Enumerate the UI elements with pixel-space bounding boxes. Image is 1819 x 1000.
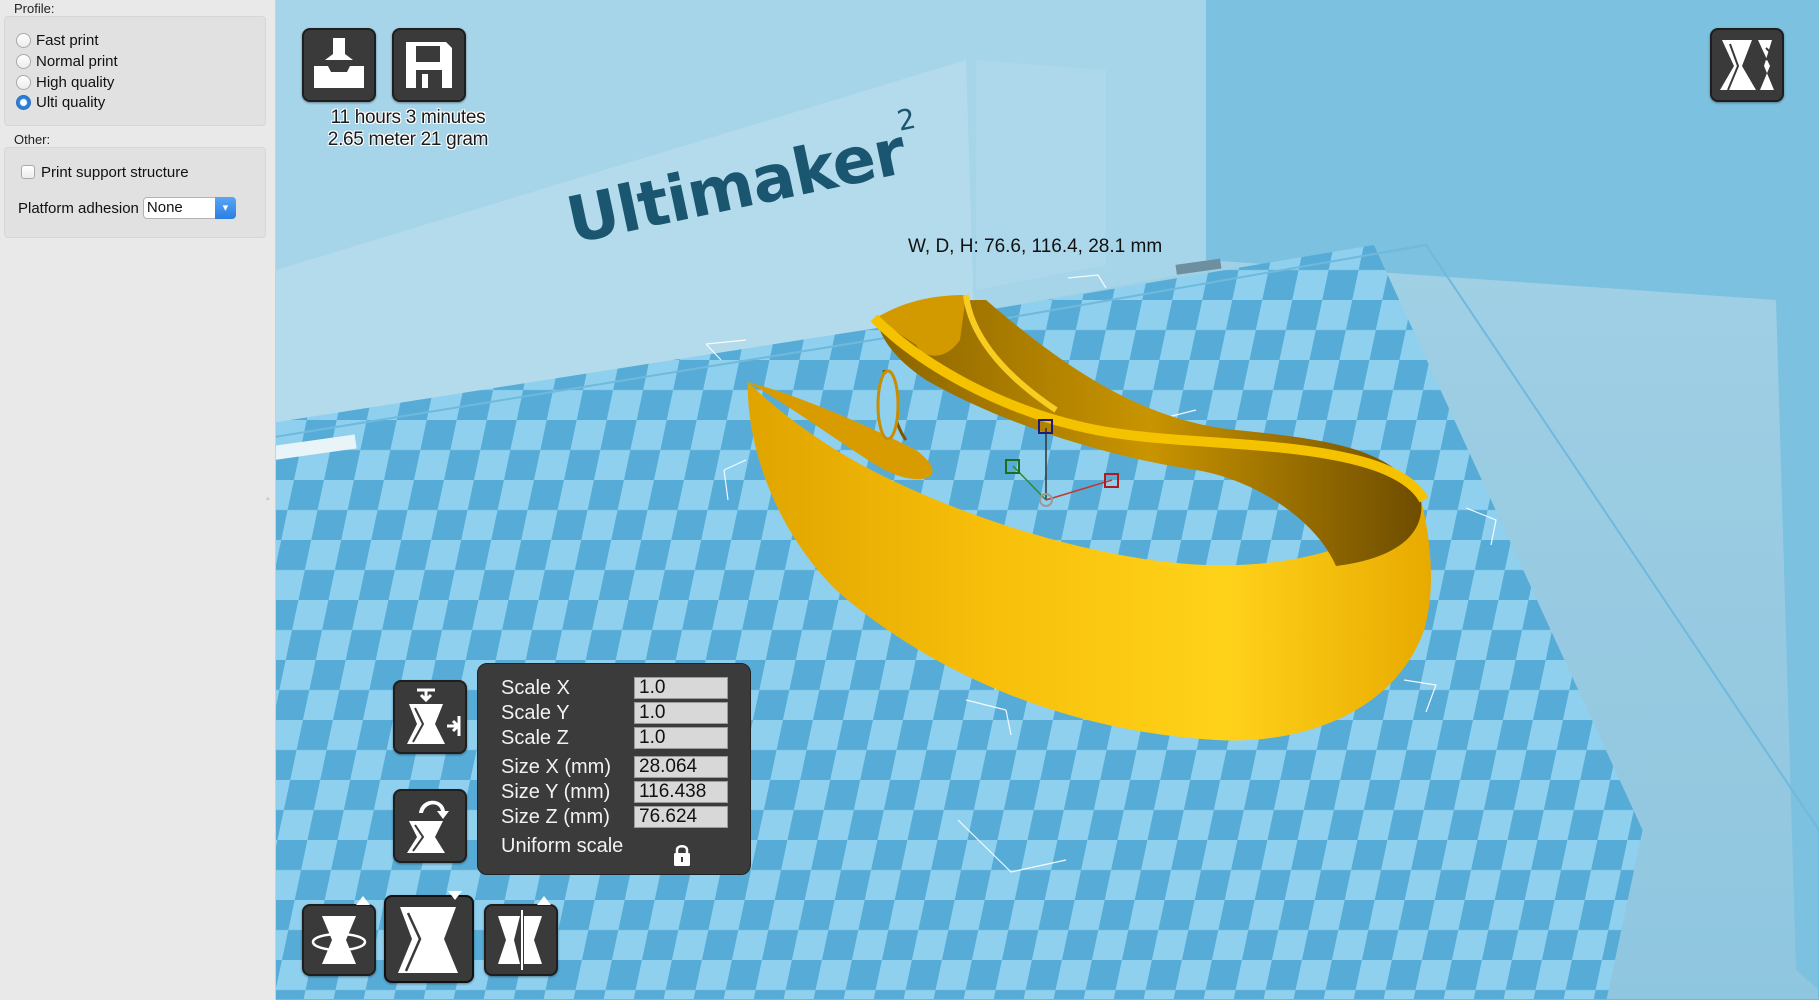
scale-button[interactable] [384,895,474,983]
load-model-button[interactable] [302,28,376,102]
size-x-input[interactable]: 28.064 [634,756,728,778]
lay-flat-button[interactable] [393,680,467,754]
chevron-down-icon: ▾ [214,197,236,219]
profile-label-high: High quality [36,73,115,91]
size-y-row: Size Y (mm) 116.438 [501,780,728,804]
radio-fast[interactable] [16,32,31,48]
scale-z-input[interactable]: 1.0 [634,727,728,749]
rotate-indicator [356,896,370,905]
adhesion-label: Platform adhesion [18,199,139,217]
support-label: Print support structure [41,163,189,181]
scale-y-input[interactable]: 1.0 [634,702,728,724]
uniform-scale-label: Uniform scale [501,834,624,857]
adhesion-select[interactable]: None ▾ [142,197,236,219]
profile-label-normal: Normal print [36,52,118,70]
uniform-scale-row: Uniform scale [501,834,634,858]
other-box [4,147,266,238]
size-x-row: Size X (mm) 28.064 [501,755,728,779]
rotate-button[interactable] [302,904,376,976]
print-material: 2.65 meter 21 gram [327,129,489,150]
scale-y-label: Scale Y [501,701,570,724]
lay-flat-icon [407,688,461,744]
view-mode-button[interactable] [1710,28,1784,102]
radio-ulti[interactable] [16,94,31,110]
load-model-icon [314,38,364,88]
print-time: 11 hours 3 minutes [330,107,486,128]
adhesion-row: Platform adhesion None ▾ [18,197,236,219]
scale-z-label: Scale Z [501,726,569,749]
reset-rotation-button[interactable] [393,789,467,863]
mirror-button[interactable] [484,904,558,976]
other-title: Other: [14,132,51,147]
scale-z-row: Scale Z 1.0 [501,726,728,750]
lock-icon[interactable] [672,843,692,867]
profile-label-fast: Fast print [36,31,99,49]
size-z-row: Size Z (mm) 76.624 [501,805,728,829]
profile-title: Profile: [14,1,55,16]
scale-panel: Scale X 1.0 Scale Y 1.0 Scale Z 1.0 Size… [477,663,751,875]
support-option[interactable]: Print support structure [21,162,189,182]
scale-x-label: Scale X [501,676,570,699]
size-y-label: Size Y (mm) [501,780,611,803]
profile-option-normal[interactable]: Normal print [16,51,118,71]
size-y-input[interactable]: 116.438 [634,781,728,803]
size-z-input[interactable]: 76.624 [634,806,728,828]
scale-indicator [448,891,462,900]
profile-option-ulti[interactable]: Ulti quality [16,92,105,112]
profile-label-ulti: Ulti quality [36,93,106,111]
scale-x-row: Scale X 1.0 [501,676,728,700]
view-mode-icon [1720,40,1774,91]
scale-y-row: Scale Y 1.0 [501,701,728,725]
settings-sidebar: Profile: Fast print Normal print High qu… [0,0,276,1000]
profile-option-high[interactable]: High quality [16,72,114,92]
mirror-icon [498,910,542,970]
model-dimensions: W, D, H: 76.6, 116.4, 28.1 mm [908,236,1163,257]
reset-rotation-icon [407,800,449,853]
radio-high[interactable] [16,74,31,90]
save-button[interactable] [392,28,466,102]
size-z-label: Size Z (mm) [501,805,610,828]
save-icon [406,42,452,88]
scale-x-input[interactable]: 1.0 [634,677,728,699]
mirror-indicator [537,896,551,905]
adhesion-value: None [146,199,183,216]
3d-viewport[interactable]: Ultimaker2 11 hours 3 minutes 2.65 meter… [276,0,1819,1000]
support-checkbox[interactable] [21,165,35,179]
size-x-label: Size X (mm) [501,755,611,778]
sidebar-resize-handle[interactable]: ◦ [266,494,270,505]
radio-normal[interactable] [16,53,31,69]
profile-option-fast[interactable]: Fast print [16,30,99,50]
scale-icon [398,907,458,973]
rotate-icon [311,916,367,964]
